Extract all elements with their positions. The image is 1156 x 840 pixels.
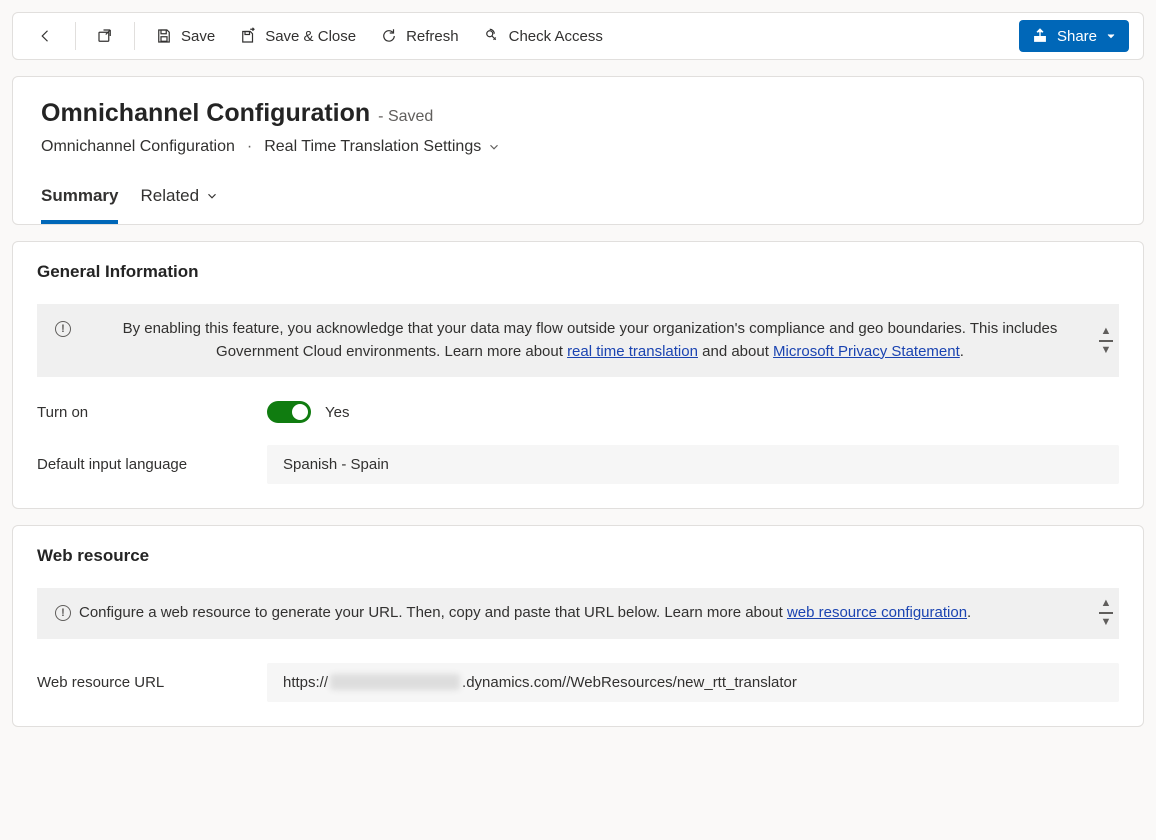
separator xyxy=(75,22,76,50)
open-new-window-icon xyxy=(96,27,114,45)
section-title: Web resource xyxy=(37,546,1119,566)
command-bar: Save Save & Close Refresh Check Access S… xyxy=(12,12,1144,60)
info-banner-webresource: ! Configure a web resource to generate y… xyxy=(37,588,1119,639)
chevron-down-icon xyxy=(1105,27,1117,45)
check-access-button[interactable]: Check Access xyxy=(473,19,613,53)
banner-mid: and about xyxy=(698,343,773,360)
section-general-information: General Information ! By enabling this f… xyxy=(12,241,1144,509)
breadcrumb-item-2[interactable]: Real Time Translation Settings xyxy=(264,138,501,156)
save-close-icon xyxy=(239,27,257,45)
banner-text: By enabling this feature, you acknowledg… xyxy=(79,318,1101,363)
link-web-resource-config[interactable]: web resource configuration xyxy=(787,604,967,621)
tab-related-label: Related xyxy=(140,186,199,206)
chevron-down-icon xyxy=(487,138,501,156)
page-title: Omnichannel Configuration xyxy=(41,99,370,128)
save-label: Save xyxy=(181,28,215,45)
link-real-time-translation[interactable]: real time translation xyxy=(567,343,698,360)
open-new-window-button[interactable] xyxy=(86,19,124,53)
scroll-bar-icon xyxy=(1099,612,1113,614)
field-web-resource-url: Web resource URL https:// .dynamics.com/… xyxy=(37,663,1119,702)
section-web-resource: Web resource ! Configure a web resource … xyxy=(12,525,1144,727)
banner-scroll-nav: ▲ ▼ xyxy=(1099,598,1113,628)
tab-summary[interactable]: Summary xyxy=(41,178,118,224)
save-button[interactable]: Save xyxy=(145,19,225,53)
web-resource-url-input[interactable]: https:// .dynamics.com//WebResources/new… xyxy=(267,663,1119,702)
field-default-language: Default input language xyxy=(37,445,1119,484)
back-icon xyxy=(37,27,55,45)
back-button[interactable] xyxy=(27,19,65,53)
scroll-up-icon[interactable]: ▲ xyxy=(1101,326,1112,337)
tab-summary-label: Summary xyxy=(41,186,118,206)
share-button[interactable]: Share xyxy=(1019,20,1129,52)
breadcrumb-item-1[interactable]: Omnichannel Configuration xyxy=(41,138,235,156)
turn-on-toggle[interactable] xyxy=(267,401,311,423)
link-privacy-statement[interactable]: Microsoft Privacy Statement xyxy=(773,343,960,360)
refresh-icon xyxy=(380,27,398,45)
banner-end: . xyxy=(960,343,964,360)
share-icon xyxy=(1031,27,1049,45)
url-suffix: .dynamics.com//WebResources/new_rtt_tran… xyxy=(462,674,797,691)
turn-on-label: Turn on xyxy=(37,404,267,421)
chevron-down-icon xyxy=(205,187,219,205)
scroll-down-icon[interactable]: ▼ xyxy=(1101,345,1112,356)
turn-on-value: Yes xyxy=(325,404,349,421)
banner-text: Configure a web resource to generate you… xyxy=(79,602,1101,625)
section-title: General Information xyxy=(37,262,1119,282)
scroll-down-icon[interactable]: ▼ xyxy=(1101,617,1112,628)
record-header: Omnichannel Configuration - Saved Omnich… xyxy=(12,76,1144,225)
tab-list: Summary Related xyxy=(41,178,1115,224)
url-prefix: https:// xyxy=(283,674,328,691)
info-icon: ! xyxy=(55,605,71,621)
refresh-label: Refresh xyxy=(406,28,459,45)
scroll-up-icon[interactable]: ▲ xyxy=(1101,598,1112,609)
separator xyxy=(134,22,135,50)
banner-end: . xyxy=(967,604,971,621)
save-state: - Saved xyxy=(378,108,433,126)
share-label: Share xyxy=(1057,28,1097,45)
breadcrumb: Omnichannel Configuration · Real Time Tr… xyxy=(41,138,1115,156)
info-icon: ! xyxy=(55,321,71,337)
breadcrumb-item-2-label: Real Time Translation Settings xyxy=(264,138,481,156)
default-language-input[interactable] xyxy=(267,445,1119,484)
tab-related[interactable]: Related xyxy=(140,178,219,224)
web-resource-url-label: Web resource URL xyxy=(37,674,267,691)
redacted-segment xyxy=(330,674,460,690)
save-close-button[interactable]: Save & Close xyxy=(229,19,366,53)
default-language-label: Default input language xyxy=(37,456,267,473)
field-turn-on: Turn on Yes xyxy=(37,401,1119,423)
refresh-button[interactable]: Refresh xyxy=(370,19,469,53)
save-close-label: Save & Close xyxy=(265,28,356,45)
info-banner-general: ! By enabling this feature, you acknowle… xyxy=(37,304,1119,377)
check-access-label: Check Access xyxy=(509,28,603,45)
breadcrumb-separator: · xyxy=(247,138,252,156)
check-access-icon xyxy=(483,27,501,45)
save-icon xyxy=(155,27,173,45)
banner-scroll-nav: ▲ ▼ xyxy=(1099,326,1113,356)
banner-prefix: Configure a web resource to generate you… xyxy=(79,604,787,621)
scroll-bar-icon xyxy=(1099,340,1113,342)
